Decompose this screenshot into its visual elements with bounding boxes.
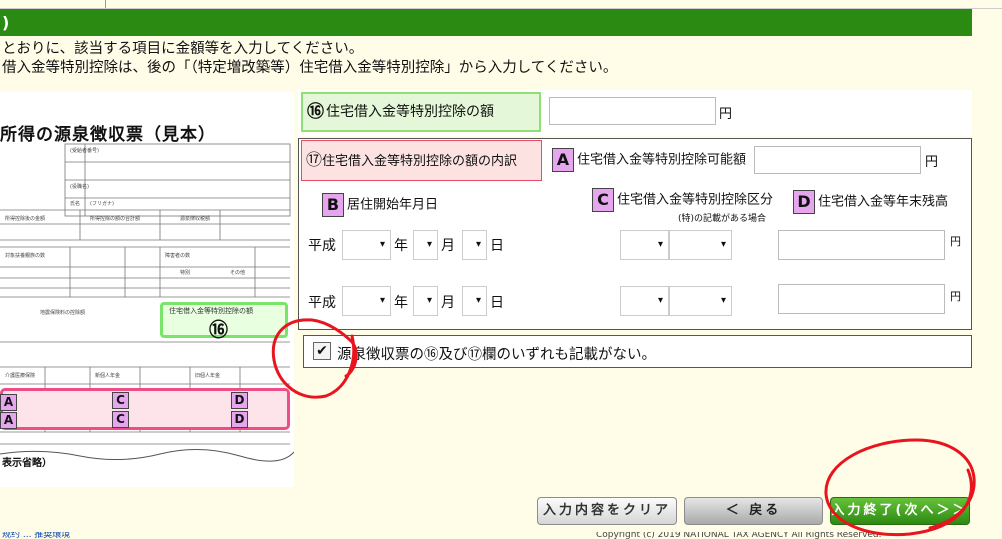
row2-balance-unit: 円	[950, 290, 961, 303]
svg-text:その他: その他	[230, 269, 245, 276]
row1-deduction-type-select-2[interactable]: ▾	[669, 230, 732, 260]
finish-next-button[interactable]: 入力終了(次へ＞＞	[830, 497, 970, 525]
withholding-slip-sample: 所得の源泉徴収票（見本） (受給者番号) (役職名) 氏名 (フリガナ) 所得控除後の…	[0, 92, 294, 487]
svg-text:所得控除の額の合計額: 所得控除の額の合計額	[90, 215, 140, 222]
svg-text:(フリガナ): (フリガナ)	[90, 200, 114, 207]
b-label-group: B 居住開始年月日	[322, 193, 438, 217]
row2-era-label: 平成	[308, 295, 336, 311]
section-header-bar: )	[0, 9, 972, 36]
section-title: )	[2, 13, 10, 32]
letter-c-badge: C	[592, 188, 614, 212]
top-tab	[0, 0, 106, 8]
back-button[interactable]: ＜ 戻る	[684, 497, 823, 525]
row2-month-select[interactable]: ▾	[413, 286, 438, 316]
svg-text:介護医療保険: 介護医療保険	[5, 372, 35, 379]
footer: 规约 ... 推奨環境 Copyright (c) 2019 NATIONAL …	[0, 532, 1002, 539]
row2-day-unit: 日	[490, 295, 504, 311]
row2-balance-input[interactable]	[778, 284, 945, 314]
field17-number: ⑰	[306, 150, 323, 169]
row1-year-select[interactable]: ▾	[342, 230, 391, 260]
field17-label-box: ⑰住宅借入金等特別控除の額の内訳	[301, 140, 542, 181]
field16-amount-input[interactable]	[549, 97, 716, 125]
row2-year-select[interactable]: ▾	[342, 286, 391, 316]
footer-copyright: Copyright (c) 2019 NATIONAL TAX AGENCY A…	[596, 532, 882, 539]
row1-year-unit: 年	[394, 238, 408, 254]
svg-text:障害者の数: 障害者の数	[165, 252, 190, 259]
instruction-line-2: 借入金等特別控除は、後の「（特定増改築等）住宅借入金等特別控除」から入力してくだ…	[2, 60, 618, 76]
a-amount-input[interactable]	[754, 146, 921, 174]
row2-deduction-type-select-1[interactable]: ▾	[620, 286, 669, 316]
sample-field-16-highlight: 住宅借入金等特別控除の額 ⑯	[160, 302, 288, 341]
d-label: 住宅借入金等年末残高	[818, 194, 949, 210]
c-note: (特)の記載がある場合	[678, 214, 767, 224]
c-label: 住宅借入金等特別控除区分	[617, 192, 774, 208]
letter-d-badge: D	[793, 190, 815, 214]
sample-letter-a-2: A	[0, 412, 17, 429]
row2-year-unit: 年	[394, 295, 408, 311]
field17-label: 住宅借入金等特別控除の額の内訳	[322, 154, 518, 169]
clear-button[interactable]: 入力内容をクリア	[537, 497, 677, 525]
svg-text:(役職名): (役職名)	[70, 183, 89, 190]
svg-text:特別: 特別	[180, 269, 190, 276]
sample-letter-d-1: D	[231, 392, 248, 409]
a-unit: 円	[925, 155, 939, 170]
no-entry-checkbox-label: 源泉徴収票の⑯及び⑰欄のいずれも記載がない。	[337, 347, 656, 363]
letter-b-badge: B	[322, 193, 344, 217]
a-label: 住宅借入金等特別控除可能額	[577, 152, 747, 168]
svg-text:対象扶養親族の数: 対象扶養親族の数	[5, 252, 45, 259]
sample-letter-c-2: C	[112, 411, 129, 428]
svg-text:地震保険料の控除額: 地震保険料の控除額	[40, 309, 85, 316]
svg-text:(受給者番号): (受給者番号)	[70, 147, 99, 154]
sample-footer-note: 表示省略）	[2, 458, 52, 469]
svg-text:源泉徴収税額: 源泉徴収税額	[180, 215, 210, 222]
svg-text:氏名: 氏名	[70, 200, 80, 207]
sample-letter-c-1: C	[112, 392, 129, 409]
row1-month-unit: 月	[441, 238, 455, 254]
row2-day-select[interactable]: ▾	[462, 286, 487, 316]
sample-letter-a-1: A	[0, 394, 17, 411]
row1-era-label: 平成	[308, 238, 336, 254]
c-label-group: C 住宅借入金等特別控除区分	[592, 188, 773, 212]
row1-day-select[interactable]: ▾	[462, 230, 487, 260]
row1-day-unit: 日	[490, 238, 504, 254]
svg-text:旧個人年金: 旧個人年金	[195, 372, 220, 379]
top-strip	[0, 0, 1002, 9]
svg-text:所得控除後の金額: 所得控除後の金額	[5, 215, 45, 222]
a-label-group: A 住宅借入金等特別控除可能額	[552, 148, 746, 172]
footer-links[interactable]: 规约 ... 推奨環境	[2, 532, 70, 539]
instruction-line-1: とおりに、該当する項目に金額等を入力してください。	[2, 41, 364, 57]
field16-label: 住宅借入金等特別控除の額	[326, 104, 494, 120]
b-label: 居住開始年月日	[347, 197, 439, 213]
sample-letter-d-2: D	[231, 411, 248, 428]
field16-unit: 円	[719, 107, 733, 122]
field16-label-box: ⑯ 住宅借入金等特別控除の額	[301, 92, 541, 132]
letter-a-badge: A	[552, 148, 574, 172]
d-label-group: D 住宅借入金等年末残高	[793, 190, 948, 214]
row1-balance-unit: 円	[950, 235, 961, 248]
no-entry-checkbox[interactable]: ✔	[313, 342, 331, 360]
svg-text:新個人年金: 新個人年金	[95, 372, 120, 379]
row2-deduction-type-select-2[interactable]: ▾	[669, 286, 732, 316]
row2-month-unit: 月	[441, 295, 455, 311]
row1-deduction-type-select-1[interactable]: ▾	[620, 230, 669, 260]
row1-month-select[interactable]: ▾	[413, 230, 438, 260]
field16-number: ⑯	[307, 101, 324, 122]
row1-balance-input[interactable]	[778, 230, 945, 260]
sample-field-16-number: ⑯	[209, 319, 229, 341]
